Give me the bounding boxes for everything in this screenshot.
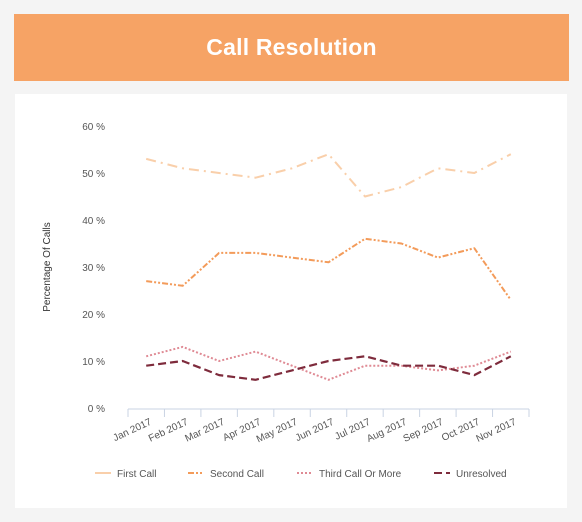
data-point[interactable] (398, 241, 404, 247)
data-point[interactable] (362, 363, 368, 369)
data-point[interactable] (362, 194, 368, 200)
x-tick-label: Jan 2017 (112, 417, 154, 445)
y-tick-label: 60 % (82, 122, 105, 133)
y-axis-title: Percentage Of Calls (42, 222, 53, 312)
legend-item[interactable]: Unresolved (434, 469, 507, 480)
legend-label: Third Call Or More (319, 469, 402, 480)
data-point[interactable] (143, 353, 149, 359)
y-tick-label: 40 % (82, 216, 105, 227)
data-point[interactable] (180, 358, 186, 364)
legend-label: Unresolved (456, 469, 507, 480)
y-tick-label: 50 % (82, 169, 105, 180)
data-point[interactable] (143, 278, 149, 284)
data-point[interactable] (398, 363, 404, 369)
y-tick-label: 20 % (82, 310, 105, 321)
data-point[interactable] (289, 367, 295, 373)
data-point[interactable] (216, 372, 222, 378)
series-line-first-call[interactable] (145, 153, 512, 198)
data-point[interactable] (362, 236, 368, 242)
x-tick-label: Sep 2017 (402, 417, 446, 445)
series-lines (143, 151, 514, 383)
data-point[interactable] (216, 358, 222, 364)
legend-item[interactable]: First Call (95, 469, 156, 480)
x-tick-label: Jun 2017 (294, 417, 336, 445)
y-tick-label: 10 % (82, 357, 105, 368)
line-chart: 0 % 10 % 20 % 30 % 40 % 50 % 60 % Percentage O… (42, 122, 530, 480)
data-point[interactable] (471, 372, 477, 378)
y-tick-label: 0 % (88, 404, 105, 415)
data-point[interactable] (435, 363, 441, 369)
data-point[interactable] (253, 175, 259, 181)
data-point[interactable] (216, 170, 222, 176)
legend-label: Second Call (210, 469, 264, 480)
data-point[interactable] (180, 344, 186, 350)
x-axis: Jan 2017Feb 2017Mar 2017Apr 2017May 2017… (112, 408, 530, 446)
x-tick-label: May 2017 (255, 417, 300, 446)
x-tick-label: Mar 2017 (183, 417, 226, 445)
data-point[interactable] (143, 363, 149, 369)
data-point[interactable] (435, 255, 441, 261)
data-point[interactable] (398, 184, 404, 190)
data-point[interactable] (143, 156, 149, 162)
legend-item[interactable]: Second Call (188, 469, 264, 480)
data-point[interactable] (508, 297, 514, 303)
data-point[interactable] (253, 377, 259, 383)
data-point[interactable] (508, 353, 514, 359)
data-point[interactable] (471, 170, 477, 176)
x-tick-label: Feb 2017 (147, 417, 190, 445)
data-point[interactable] (253, 250, 259, 256)
data-point[interactable] (289, 165, 295, 171)
data-point[interactable] (326, 259, 332, 265)
data-point[interactable] (326, 151, 332, 157)
data-point[interactable] (180, 165, 186, 171)
data-point[interactable] (253, 349, 259, 355)
y-tick-label: 30 % (82, 263, 105, 274)
x-tick-label: Oct 2017 (440, 417, 482, 444)
series-line-second-call[interactable] (146, 237, 512, 301)
data-point[interactable] (326, 377, 332, 383)
legend-item[interactable]: Third Call Or More (297, 469, 402, 480)
data-point[interactable] (289, 255, 295, 261)
data-point[interactable] (362, 353, 368, 359)
data-point[interactable] (471, 363, 477, 369)
data-point[interactable] (326, 358, 332, 364)
data-point[interactable] (180, 283, 186, 289)
x-tick-label: Nov 2017 (475, 417, 519, 445)
data-point[interactable] (508, 151, 514, 157)
legend-label: First Call (117, 469, 156, 480)
x-tick-label: Aug 2017 (365, 417, 409, 445)
data-point[interactable] (435, 165, 441, 171)
data-point[interactable] (216, 250, 222, 256)
y-axis: 0 % 10 % 20 % 30 % 40 % 50 % 60 % (82, 122, 105, 415)
legend: First Call Second Call Third Call Or More U… (95, 469, 507, 480)
data-point[interactable] (471, 245, 477, 251)
